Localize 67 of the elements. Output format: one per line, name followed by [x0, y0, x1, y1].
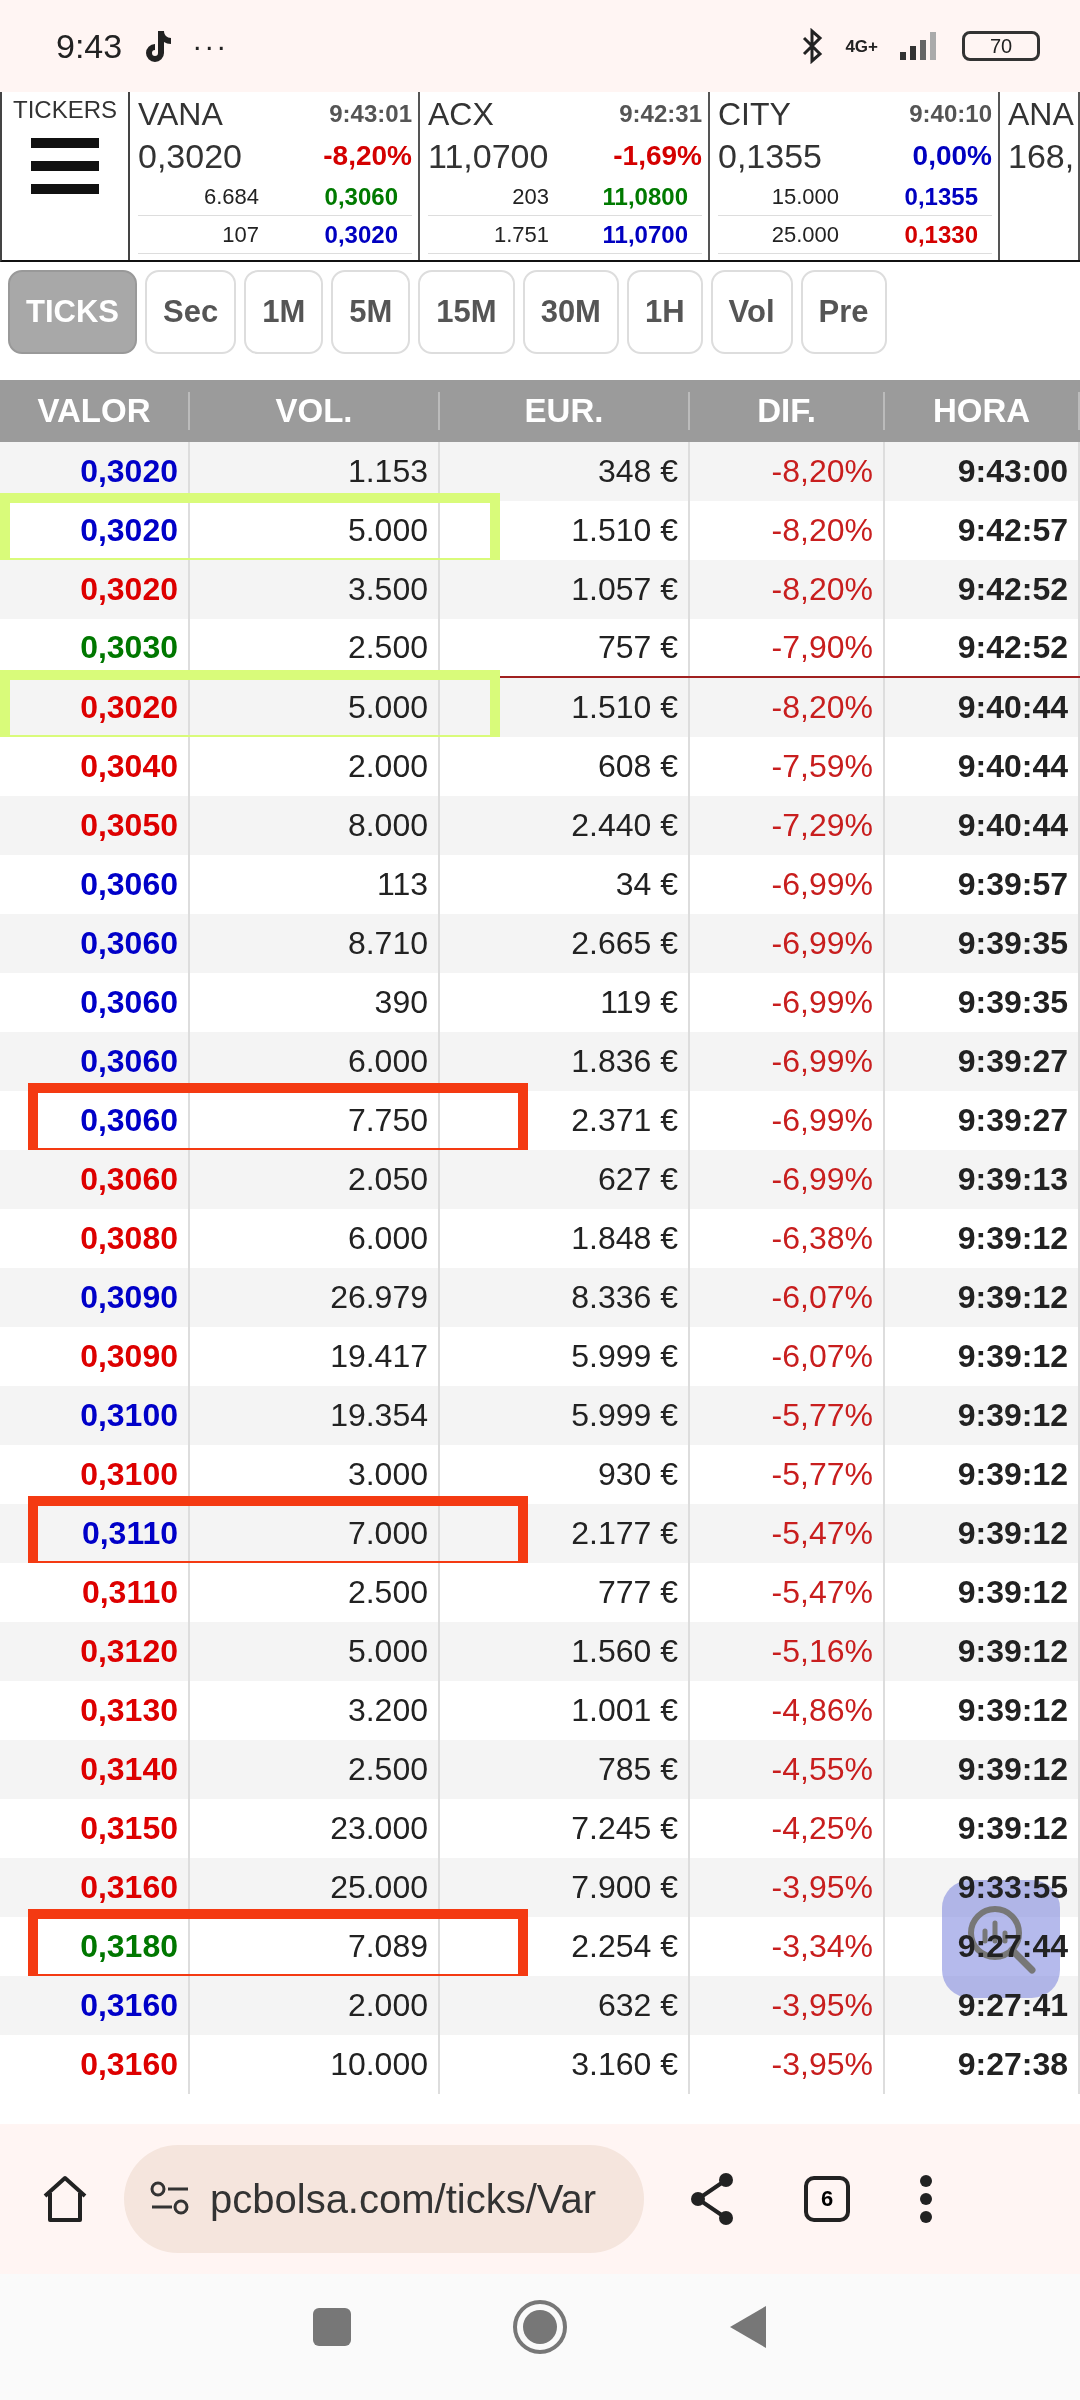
network-type: 4G+ — [845, 37, 878, 55]
change-cell: -3,95% — [690, 2035, 885, 2094]
interval-tab[interactable]: Sec — [145, 270, 237, 354]
back-button[interactable] — [728, 2304, 768, 2350]
ticker-volume: 25.000 — [718, 216, 855, 254]
tickers-label: TICKERS — [13, 96, 117, 124]
change-cell: -7,90% — [690, 619, 885, 676]
recents-button[interactable] — [312, 2307, 352, 2347]
price-cell: 0,3160 — [0, 2035, 190, 2094]
address-bar[interactable]: pcbolsa.com/ticks/Var — [124, 2145, 644, 2253]
ticker-ask: 0,3020 — [275, 216, 412, 254]
price-cell: 0,3030 — [0, 619, 190, 676]
battery-level: 70 — [962, 31, 1040, 61]
volume-cell: 1.153 — [190, 442, 440, 501]
ticker-time: 9:43:01 — [328, 100, 412, 128]
time-cell: 9:27:38 — [885, 2035, 1080, 2094]
ticker-price: 11,0700 — [428, 136, 550, 176]
ticker-volume: 6.684 — [138, 178, 275, 216]
interval-tab[interactable]: 5M — [331, 270, 411, 354]
ticker-price: 0,1355 — [718, 136, 823, 176]
interval-tab[interactable]: 15M — [418, 270, 515, 354]
price-cell: 0,3020 — [0, 442, 190, 501]
ticker-bid: 0,3060 — [275, 178, 412, 216]
volume-cell: 25.000 — [190, 1858, 440, 1917]
column-header: VOL. — [190, 392, 440, 430]
ticker-bid: 11,0800 — [565, 178, 702, 216]
amount-cell: 3.160 € — [440, 2035, 690, 2094]
status-time: 9:43 — [56, 26, 123, 66]
interval-tab[interactable]: Vol — [710, 270, 793, 354]
column-header: EUR. — [440, 392, 690, 430]
interval-tab[interactable]: 30M — [522, 270, 619, 354]
ticker-volume: 15.000 — [718, 178, 855, 216]
more-notifications-text: ··· — [192, 29, 229, 63]
url-text: pcbolsa.com/ticks/Var — [210, 2176, 597, 2222]
ticker-ask: 11,0700 — [565, 216, 702, 254]
ticker-volume: 1.751 — [428, 216, 565, 254]
volume-cell: 3.000 — [190, 1445, 440, 1504]
ticker-change: 0,00% — [911, 140, 992, 172]
ticker-volume: 203 — [428, 178, 565, 216]
ticker-time: 9:40:10 — [908, 100, 992, 128]
ticker-volume: 107 — [138, 216, 275, 254]
more-icon — [919, 2174, 933, 2224]
menu-icon[interactable] — [31, 138, 99, 194]
ticker-ask: 0,1330 — [855, 216, 992, 254]
ticker-price: 0,3020 — [138, 136, 243, 176]
ticker-change: -1,69% — [612, 140, 702, 172]
column-header: HORA — [885, 392, 1080, 430]
volume-cell: 6.000 — [190, 1032, 440, 1091]
ticker-price: 168, — [1008, 136, 1075, 176]
amount-cell: 757 € — [440, 619, 690, 676]
ticker-name[interactable]: ANA — [1008, 95, 1075, 133]
ticker-change: -8,20% — [322, 140, 412, 172]
interval-tab[interactable]: 1H — [626, 270, 703, 354]
volume-cell: 2.500 — [190, 619, 440, 676]
column-header: DIF. — [690, 392, 885, 430]
interval-tab[interactable]: 1M — [244, 270, 324, 354]
ticker-name[interactable]: CITY — [718, 95, 855, 133]
ticker-name[interactable]: ACX — [428, 95, 565, 133]
time-cell: 9:42:52 — [885, 619, 1080, 676]
interval-tab[interactable]: Pre — [800, 270, 887, 354]
tab-count-button[interactable]: 6 — [804, 2176, 850, 2222]
ticker-name[interactable]: VANA — [138, 95, 275, 133]
column-header: VALOR — [0, 392, 190, 430]
ticker-time: 9:42:31 — [618, 100, 702, 128]
ticker-bid: 0,1355 — [855, 178, 992, 216]
home-nav-button[interactable] — [512, 2299, 568, 2355]
volume-cell: 10.000 — [190, 2035, 440, 2094]
